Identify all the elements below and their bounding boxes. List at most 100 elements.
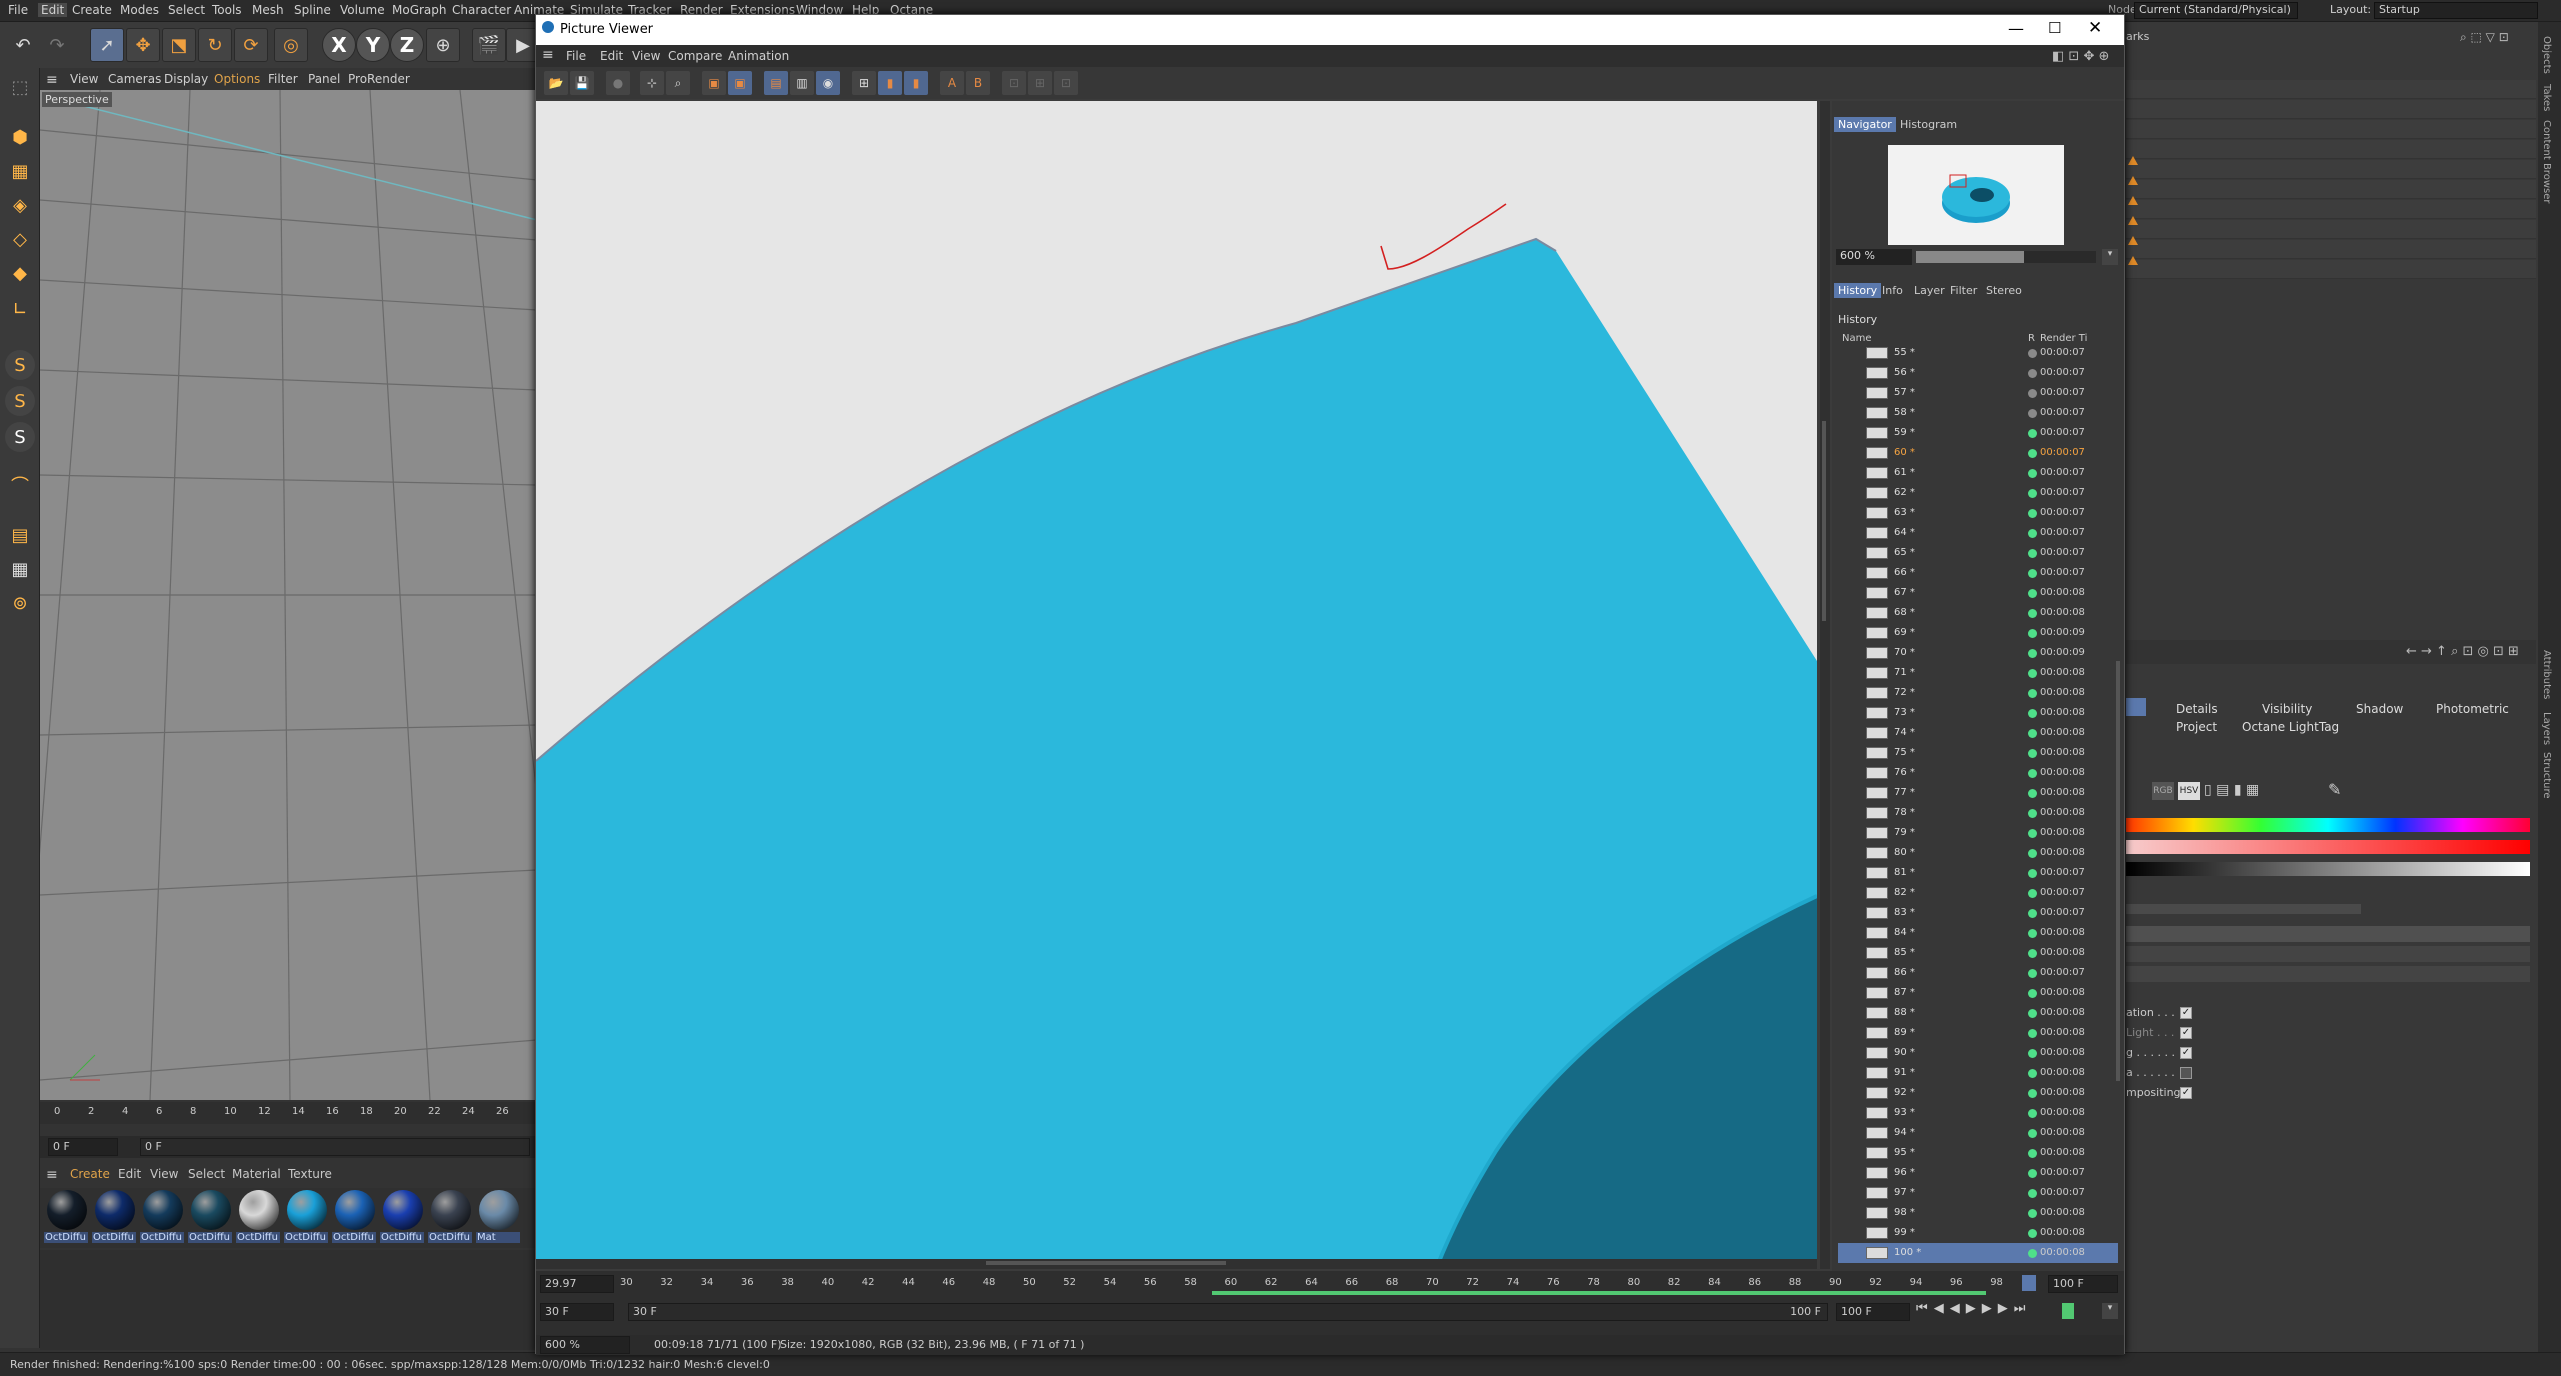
history-row[interactable]: 86 * 00:00:07: [1838, 963, 2118, 983]
history-row[interactable]: 91 * 00:00:08: [1838, 1063, 2118, 1083]
redo-icon[interactable]: ↷: [40, 28, 74, 62]
attr-field-1[interactable]: [2126, 926, 2530, 942]
recent-tool-icon[interactable]: ◎: [274, 28, 308, 62]
light-object-icon[interactable]: [2128, 196, 2138, 205]
object-row[interactable]: [2126, 260, 2536, 279]
viewport-menu-view[interactable]: View: [70, 72, 98, 86]
fps-field[interactable]: 29.97: [540, 1275, 614, 1293]
pv-timeline-ruler[interactable]: 30 32 34 36 38 40 42 44 46 48 50 52 54 56 58 60 62 64 66 68…: [616, 1271, 2003, 1291]
tab-stereo[interactable]: Stereo: [1982, 283, 2026, 298]
material-swatch[interactable]: OctDiffu: [140, 1190, 186, 1248]
pv-menu-animation[interactable]: Animation: [728, 49, 789, 63]
history-row[interactable]: 98 * 00:00:08: [1838, 1203, 2118, 1223]
undo-icon[interactable]: ↶: [6, 28, 40, 62]
pv-menu-file[interactable]: File: [566, 49, 586, 63]
material-swatch[interactable]: OctDiffu: [44, 1190, 90, 1248]
pv-menu-edit[interactable]: Edit: [600, 49, 623, 63]
pv-start-field[interactable]: 30 F: [540, 1303, 614, 1321]
filter-icon[interactable]: ⊞: [852, 71, 876, 95]
scale-tool-icon[interactable]: ⬔: [162, 28, 196, 62]
history-row[interactable]: 95 * 00:00:08: [1838, 1143, 2118, 1163]
zoom-field[interactable]: 600 %: [1836, 249, 1912, 265]
viewport-menu-prorender[interactable]: ProRender: [348, 72, 410, 86]
layout-dropdown[interactable]: Startup: [2374, 2, 2538, 19]
coordinate-system-icon[interactable]: ⊕: [426, 28, 460, 62]
history-row[interactable]: 67 * 00:00:08: [1838, 583, 2118, 603]
attributes-nav-icons[interactable]: ← → ↑ ⌕ ⊡ ◎ ⊡ ⊞: [2406, 644, 2519, 659]
history-row[interactable]: 65 * 00:00:07: [1838, 543, 2118, 563]
history-scrollbar[interactable]: [2116, 661, 2120, 1081]
menu-character[interactable]: Character: [452, 3, 511, 17]
material-swatch[interactable]: OctDiffu: [428, 1190, 474, 1248]
history-row[interactable]: 90 * 00:00:08: [1838, 1043, 2118, 1063]
navigator-thumbnail[interactable]: [1888, 145, 2064, 245]
zoom-dropdown-icon[interactable]: ▾: [2102, 249, 2118, 265]
saturation-slider[interactable]: [2126, 840, 2530, 854]
history-row[interactable]: 88 * 00:00:08: [1838, 1003, 2118, 1023]
canvas-horizontal-scrollbar[interactable]: [536, 1259, 1817, 1269]
axis-mode-icon[interactable]: ∟: [5, 294, 35, 324]
pv-zoom-status[interactable]: 600 %: [540, 1336, 630, 1354]
menu-volume[interactable]: Volume: [340, 3, 385, 17]
attr-dropdown-2[interactable]: [2126, 966, 2530, 982]
object-row[interactable]: [2126, 140, 2536, 159]
menu-spline[interactable]: Spline: [294, 3, 331, 17]
history-row[interactable]: 68 * 00:00:08: [1838, 603, 2118, 623]
texture-mode-icon[interactable]: ▦: [5, 156, 35, 186]
history-row[interactable]: 100 * 00:00:08: [1838, 1243, 2118, 1263]
end-frame-field[interactable]: 100 F: [2048, 1275, 2118, 1293]
history-row[interactable]: 92 * 00:00:08: [1838, 1083, 2118, 1103]
color-mode-hsv[interactable]: HSV: [2178, 782, 2200, 800]
history-row[interactable]: 58 * 00:00:07: [1838, 403, 2118, 423]
vtab-objects[interactable]: Objects: [2541, 36, 2552, 74]
transform-tool-icon[interactable]: ⟳: [234, 28, 268, 62]
viewport-menu-options[interactable]: Options: [214, 72, 260, 86]
attr-checkbox[interactable]: [2180, 1067, 2192, 1079]
history-row[interactable]: 96 * 00:00:07: [1838, 1163, 2118, 1183]
history-row[interactable]: 97 * 00:00:07: [1838, 1183, 2118, 1203]
value-slider[interactable]: [2126, 862, 2530, 876]
attr-tab-visibility[interactable]: Visibility: [2262, 702, 2312, 716]
history-row[interactable]: 76 * 00:00:08: [1838, 763, 2118, 783]
history-row[interactable]: 77 * 00:00:08: [1838, 783, 2118, 803]
attr-dropdown-1[interactable]: [2126, 946, 2530, 962]
object-row[interactable]: [2126, 200, 2536, 219]
light-object-icon[interactable]: [2128, 236, 2138, 245]
history-row[interactable]: 59 * 00:00:07: [1838, 423, 2118, 443]
make-editable-icon[interactable]: ⬚: [5, 72, 35, 102]
grid-view-icon[interactable]: ⊞: [1028, 71, 1052, 95]
history-row[interactable]: 82 * 00:00:07: [1838, 883, 2118, 903]
attr-tab-photometric[interactable]: Photometric: [2436, 702, 2509, 716]
attr-tab-project[interactable]: Project: [2176, 720, 2217, 734]
history-row[interactable]: 75 * 00:00:08: [1838, 743, 2118, 763]
history-row[interactable]: 57 * 00:00:07: [1838, 383, 2118, 403]
zoom-icon[interactable]: ⌕: [666, 71, 690, 95]
history-row[interactable]: 85 * 00:00:08: [1838, 943, 2118, 963]
history-row[interactable]: 73 * 00:00:08: [1838, 703, 2118, 723]
channel-a-icon[interactable]: ▮: [878, 71, 902, 95]
move-tool-icon[interactable]: ✥: [126, 28, 160, 62]
node-space-dropdown[interactable]: Current (Standard/Physical): [2134, 2, 2298, 19]
attr-tab-active[interactable]: [2126, 698, 2146, 716]
menu-file[interactable]: File: [8, 3, 28, 17]
crop-icon[interactable]: ⊹: [640, 71, 664, 95]
history-row[interactable]: 71 * 00:00:08: [1838, 663, 2118, 683]
vtab-layers[interactable]: Layers: [2541, 712, 2552, 745]
hue-slider[interactable]: [2126, 818, 2530, 832]
history-row[interactable]: 89 * 00:00:08: [1838, 1023, 2118, 1043]
history-row[interactable]: 70 * 00:00:09: [1838, 643, 2118, 663]
tab-layer[interactable]: Layer: [1910, 283, 1949, 298]
attr-checkbox[interactable]: ✓: [2180, 1007, 2192, 1019]
color-picker-icons[interactable]: ▯ ▤ ▮ ▦: [2204, 782, 2304, 798]
menu-mograph[interactable]: MoGraph: [392, 3, 447, 17]
history-row[interactable]: 60 * 00:00:07: [1838, 443, 2118, 463]
history-row[interactable]: 72 * 00:00:08: [1838, 683, 2118, 703]
z-axis-icon[interactable]: Z: [390, 28, 424, 62]
save-image-icon[interactable]: 💾: [570, 71, 594, 95]
material-swatch[interactable]: OctDiffu: [284, 1190, 330, 1248]
history-row[interactable]: 87 * 00:00:08: [1838, 983, 2118, 1003]
vtab-structure[interactable]: Structure: [2541, 752, 2552, 799]
attr-checkbox[interactable]: ✓: [2180, 1027, 2192, 1039]
history-row[interactable]: 78 * 00:00:08: [1838, 803, 2118, 823]
channel-b-icon[interactable]: ▮: [904, 71, 928, 95]
